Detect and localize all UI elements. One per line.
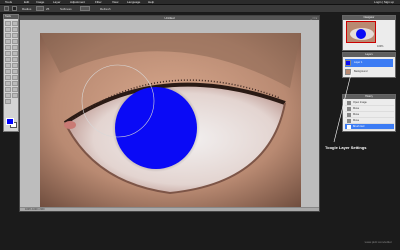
watermark-text: www.pixlr.com/editor — [364, 240, 392, 244]
annotation-label: Toogle Layer Settings — [325, 145, 367, 150]
annotation-arrow — [333, 69, 353, 143]
